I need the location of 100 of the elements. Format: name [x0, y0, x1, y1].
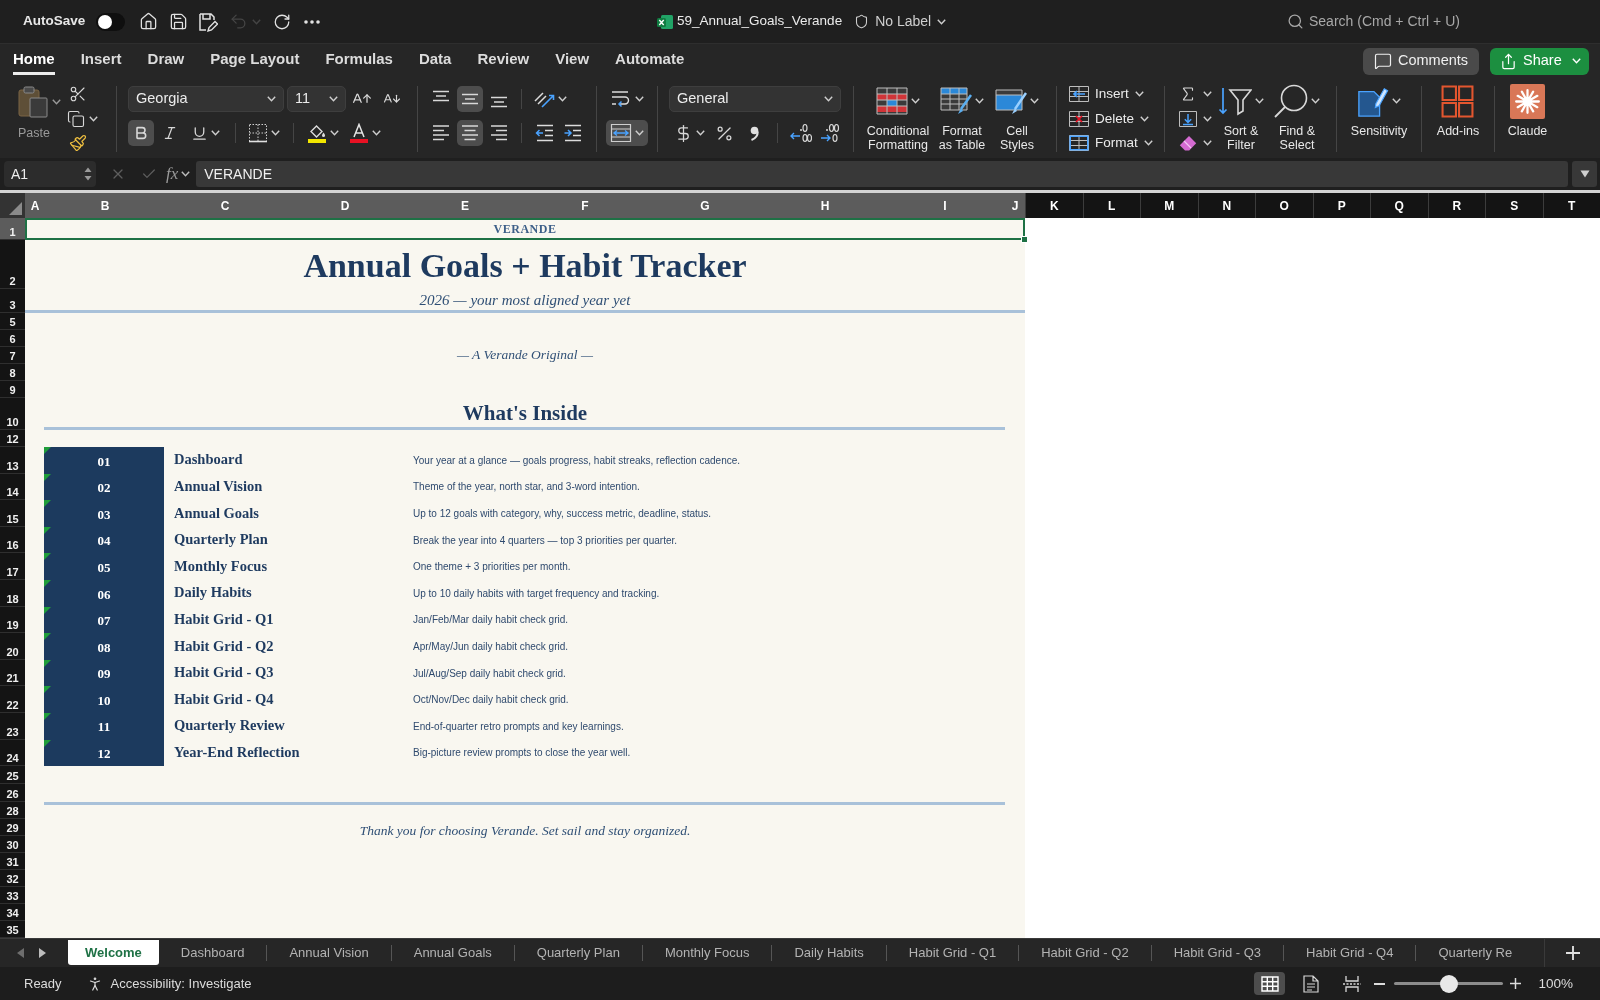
- plus-icon: [1509, 978, 1521, 990]
- delete-cells-button[interactable]: Delete: [1069, 106, 1164, 131]
- sheet-description: Theme of the year, north star, and 3-word intention.: [412, 480, 640, 495]
- sheet-description: End-of-quarter retro prompts and key learnings.: [412, 719, 624, 734]
- sheet-tab[interactable]: Annual Goals: [391, 939, 514, 968]
- find-select-button[interactable]: Find & Select: [1270, 84, 1324, 156]
- column-header[interactable]: G: [645, 193, 765, 218]
- sheet-name: Habit Grid - Q1: [174, 610, 274, 629]
- caret-icon: [181, 171, 191, 177]
- sheet-name: Year-End Reflection: [174, 742, 300, 762]
- ribbon-tab[interactable]: Home: [13, 47, 55, 75]
- column-header[interactable]: D: [285, 193, 405, 218]
- sheet-description: Big-picture review prompts to close the year well.: [412, 746, 631, 761]
- column-header[interactable]: I: [885, 193, 1005, 218]
- align-center-button[interactable]: [457, 120, 483, 146]
- autosave-toggle[interactable]: [96, 12, 126, 31]
- bold-button[interactable]: [128, 120, 154, 146]
- sheet-tab[interactable]: Quarterly Plan: [514, 939, 642, 968]
- item-number: 06: [97, 585, 111, 604]
- sheet-name: Habit Grid - Q4: [174, 689, 274, 709]
- column-header[interactable]: H: [765, 193, 885, 218]
- add-ins-button[interactable]: Add-ins: [1436, 84, 1480, 138]
- accessibility-button[interactable]: Accessibility: Investigate: [85, 973, 252, 994]
- formula-field[interactable]: VERANDE: [196, 161, 1568, 187]
- number-format-field[interactable]: General: [669, 86, 841, 112]
- search-field[interactable]: Search (Cmd + Ctrl + U): [1287, 7, 1600, 36]
- format-as-table-button[interactable]: Format as Table: [934, 84, 990, 152]
- sheet-name: Annual Vision: [174, 477, 263, 496]
- slider-thumb[interactable]: [1439, 974, 1458, 993]
- share-button[interactable]: Share: [1490, 47, 1589, 75]
- ribbon-tab[interactable]: View: [555, 47, 590, 75]
- comments-button[interactable]: Comments: [1363, 47, 1479, 75]
- format-cells-button[interactable]: Format: [1069, 131, 1164, 156]
- sheet-tab[interactable]: Daily Habits: [772, 939, 886, 968]
- bold-icon: [133, 125, 149, 141]
- normal-view-button[interactable]: [1254, 972, 1286, 996]
- font-size-field[interactable]: 11: [287, 86, 346, 112]
- document-pen-icon: [1357, 85, 1389, 117]
- select-all-button[interactable]: [0, 193, 25, 218]
- caret-icon: [330, 130, 339, 136]
- sort-filter-button[interactable]: Sort & Filter: [1214, 84, 1268, 156]
- ribbon-tab[interactable]: Formulas: [325, 47, 393, 75]
- sheet-name: Quarterly Plan: [174, 530, 268, 550]
- ribbon-tab[interactable]: Automate: [615, 47, 685, 75]
- sheet-name: Monthly Focus: [174, 556, 268, 576]
- sheet-name: Habit Grid - Q2: [174, 636, 274, 656]
- caret-icon: [1392, 98, 1401, 104]
- align-right-icon: [489, 123, 509, 143]
- increase-decimal-icon: [790, 123, 812, 143]
- ribbon-tab[interactable]: Data: [418, 47, 452, 75]
- ribbon-tab[interactable]: Insert: [80, 47, 122, 75]
- cell-styles-button[interactable]: Cell Styles: [990, 84, 1044, 152]
- item-number: 10: [97, 691, 111, 710]
- sheet-tab[interactable]: Habit Grid - Q2: [1019, 939, 1151, 968]
- ribbon-tab[interactable]: Page Layout: [210, 47, 300, 75]
- sheet-tab[interactable]: Quarterly Re: [1416, 939, 1535, 968]
- sheet-description: Jul/Aug/Sep daily habit check grid.: [412, 666, 566, 681]
- column-header[interactable]: B: [45, 193, 165, 218]
- selected-cell[interactable]: VERANDE: [25, 218, 1025, 240]
- caret-icon: [1134, 91, 1144, 98]
- expand-formula-button[interactable]: [1572, 161, 1597, 187]
- column-header[interactable]: A: [25, 193, 45, 218]
- insert-cells-button[interactable]: Insert: [1069, 82, 1164, 107]
- column-header[interactable]: E: [405, 193, 525, 218]
- sheet-tab[interactable]: Annual Vision: [267, 939, 391, 968]
- align-middle-button[interactable]: [457, 86, 483, 112]
- sheet-name: Annual Goals: [174, 503, 260, 523]
- column-header[interactable]: C: [165, 193, 285, 218]
- ribbon-tab[interactable]: Draw: [147, 47, 185, 75]
- align-center-icon: [460, 123, 480, 143]
- name-box[interactable]: A1: [4, 161, 96, 187]
- sheet-tab[interactable]: Dashboard: [158, 939, 267, 968]
- merge-center-button[interactable]: [606, 120, 648, 146]
- column-header[interactable]: F: [525, 193, 645, 218]
- wrap-text-icon: [610, 89, 632, 109]
- caret-icon: [1572, 58, 1581, 64]
- insert-function-button[interactable]: fx: [166, 162, 191, 186]
- item-number: 04: [97, 532, 111, 551]
- sensitivity-label-button[interactable]: No Label: [854, 11, 947, 32]
- claude-button[interactable]: Claude: [1507, 84, 1548, 138]
- starburst-logo-icon: [1510, 83, 1545, 119]
- sheet-title: Annual Goals + Habit Tracker: [303, 247, 747, 285]
- section-heading: What's Inside: [462, 400, 588, 425]
- fill-handle[interactable]: [1021, 236, 1028, 243]
- scissors-icon: [68, 85, 87, 104]
- caret-icon: [210, 130, 220, 136]
- sheet-description: Up to 10 daily habits with target frequency and tracking.: [412, 586, 660, 601]
- sheet-tab[interactable]: Habit Grid - Q4: [1284, 939, 1416, 968]
- sheet-tab[interactable]: Habit Grid - Q1: [886, 939, 1019, 968]
- sheet-tab[interactable]: Monthly Focus: [642, 939, 772, 968]
- font-name-field[interactable]: Georgia: [128, 86, 284, 112]
- sensitivity-button[interactable]: Sensitivity: [1350, 84, 1408, 138]
- eraser-icon: [1179, 135, 1197, 152]
- conditional-formatting-button[interactable]: Conditional Formatting: [862, 84, 934, 152]
- caret-icon: [1143, 140, 1153, 147]
- sheet-tab[interactable]: Habit Grid - Q3: [1151, 939, 1284, 968]
- row-header[interactable]: 1: [0, 218, 25, 240]
- ribbon-tab[interactable]: Review: [477, 47, 530, 75]
- column-header[interactable]: J: [1005, 193, 1025, 218]
- sheet-tab[interactable]: Welcome: [68, 940, 159, 966]
